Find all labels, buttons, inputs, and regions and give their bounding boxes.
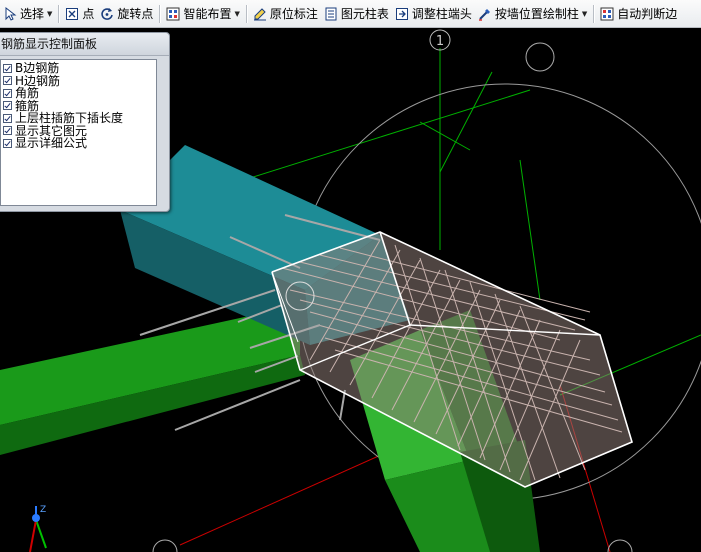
option-label: H边钢筋 [15, 73, 61, 88]
auto-judge-label: 自动判断边 [617, 7, 678, 21]
panel-title[interactable]: 钢筋显示控制面板 [0, 33, 169, 56]
checkbox-checked-icon[interactable] [3, 63, 12, 73]
chevron-down-icon[interactable]: ▼ [234, 10, 239, 18]
rotate-icon [101, 7, 114, 20]
axis-bubble-label: 1 [436, 34, 444, 49]
checkbox-checked-icon[interactable] [3, 76, 12, 86]
option-corner-rebar[interactable]: 角筋 [1, 87, 156, 100]
option-label: 显示其它图元 [15, 123, 88, 138]
smart-layout-label: 智能布置 [183, 7, 232, 21]
option-label: B边钢筋 [15, 61, 60, 76]
reference-circle-bottom [607, 539, 633, 552]
checkbox-checked-icon[interactable] [3, 126, 12, 136]
reference-circle-small [525, 42, 555, 72]
option-label: 箍筋 [15, 98, 40, 113]
smart-layout-button[interactable]: 智能布置 ▼ [163, 3, 242, 25]
element-column-table-label: 图元柱表 [340, 7, 389, 21]
rotate-point-button[interactable]: 旋转点 [97, 3, 156, 25]
toolbar-separator [159, 4, 161, 23]
pointer-icon [5, 6, 17, 21]
checkbox-checked-icon[interactable] [3, 113, 12, 123]
auto-judge-icon [600, 7, 614, 20]
draw-by-wall-label: 按墙位置绘制柱 [494, 7, 579, 21]
toolbar-separator [58, 4, 60, 23]
toolbar-separator [593, 4, 595, 23]
rebar-display-control-panel: 钢筋显示控制面板 B边钢筋 H边钢筋 角筋 箍筋 上层柱插筋下插长度 显示其它图… [0, 32, 170, 212]
option-label: 显示详细公式 [15, 136, 88, 151]
draw-by-wall-button[interactable]: 按墙位置绘制柱 ▼ [475, 3, 590, 25]
smart-layout-icon [166, 7, 180, 20]
rotate-point-label: 旋转点 [117, 7, 154, 21]
axis-gizmo-origin [32, 514, 40, 522]
table-icon [325, 7, 337, 20]
select-label: 选择 [20, 7, 45, 21]
point-icon [66, 7, 79, 20]
checkbox-checked-icon[interactable] [3, 101, 12, 111]
adjust-column-end-button[interactable]: 调整柱端头 [392, 3, 475, 25]
adjust-column-end-label: 调整柱端头 [411, 7, 472, 21]
axis-line-crosshair [419, 121, 471, 151]
select-button[interactable]: 选择 ▼ [0, 3, 55, 25]
reference-circle-bottom [152, 539, 178, 552]
toolbar-separator [245, 4, 247, 23]
chevron-down-icon[interactable]: ▼ [582, 10, 587, 18]
axis-gizmo: Z [29, 505, 47, 552]
point-button[interactable]: 点 [62, 3, 97, 25]
element-column-table-button[interactable]: 图元柱表 [321, 3, 392, 25]
axis-gizmo-x [29, 519, 37, 552]
annotation-icon [253, 7, 266, 20]
option-upper-dowel-length[interactable]: 上层柱插筋下插长度 [1, 112, 156, 125]
origin-annotation-button[interactable]: 原位标注 [250, 3, 321, 25]
chevron-down-icon[interactable]: ▼ [47, 10, 52, 18]
option-label: 角筋 [15, 86, 40, 101]
axis-gizmo-y [35, 519, 47, 549]
option-show-detailed-formula[interactable]: 显示详细公式 [1, 137, 156, 150]
option-label: 上层柱插筋下插长度 [15, 111, 124, 126]
axis-line-crosshair [439, 71, 493, 173]
option-b-side-rebar[interactable]: B边钢筋 [1, 62, 156, 75]
dowel-bar [339, 389, 346, 421]
adjust-icon [395, 7, 408, 20]
point-label: 点 [82, 7, 95, 21]
checkbox-checked-icon[interactable] [3, 138, 12, 148]
origin-annotation-label: 原位标注 [269, 7, 318, 21]
panel-option-list: B边钢筋 H边钢筋 角筋 箍筋 上层柱插筋下插长度 显示其它图元 显示详细公式 [0, 59, 157, 206]
toolbar: 选择 ▼ 点 旋转点 智能布置 ▼ 原位标注 图元柱表 调整柱端头 按墙位置绘制… [0, 0, 701, 28]
axis-line-inner [519, 159, 541, 301]
wall-column-icon [478, 8, 490, 21]
axis-gizmo-z-label: Z [40, 505, 46, 515]
checkbox-checked-icon[interactable] [3, 88, 12, 98]
auto-judge-button[interactable]: 自动判断边 [597, 3, 680, 25]
